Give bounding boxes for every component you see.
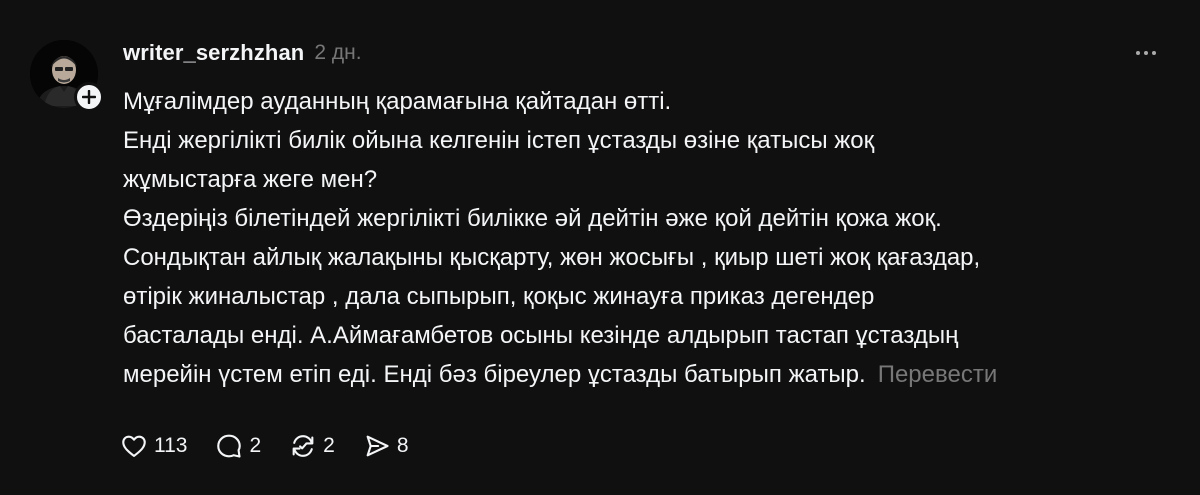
reply-count: 2 [249,434,262,457]
comment-icon [215,432,243,460]
reply-button[interactable]: 2 [215,432,261,460]
post-text-line: Сондықтан айлық жалақыны қысқарту, жөн ж… [123,244,981,271]
post-timestamp[interactable]: 2 дн. [314,41,361,65]
share-count: 8 [396,434,409,457]
post-text-line: Мұғалімдер ауданның қарамағына қайтадан … [123,88,672,115]
thread-post: writer_serzhzhan 2 дн. Мұғалімдер ауданн… [0,0,1200,495]
follow-button[interactable] [74,82,104,112]
more-dots-icon [1144,51,1148,55]
username-link[interactable]: writer_serzhzhan [123,40,304,66]
more-dots-icon [1152,51,1156,55]
more-options-button[interactable] [1126,40,1166,66]
heart-icon [120,432,148,460]
action-bar: 113 2 2 8 [120,428,437,464]
like-count: 113 [154,434,188,457]
post-text-line: жұмыстарға жеге мен? [123,166,378,193]
plus-icon [82,90,96,104]
post-text-line: басталады енді. А.Аймағамбетов осыны кез… [123,322,959,349]
avatar-container [30,40,104,112]
post-text-line: Өздеріңіз білетіндей жергілікті билікке … [123,205,942,232]
repost-icon [289,432,317,460]
more-dots-icon [1136,51,1140,55]
repost-button[interactable]: 2 [289,432,335,460]
repost-count: 2 [323,434,335,457]
share-button[interactable]: 8 [363,432,409,460]
post-text: Мұғалімдер ауданның қарамағына қайтадан … [123,82,1183,394]
post-text-line: өтірік жиналыстар , дала сыпырып, қоқыс … [123,283,875,310]
translate-link[interactable]: Перевести [878,361,998,388]
send-icon [363,432,391,460]
post-text-line: Енді жергілікті билік ойына келгенін іст… [123,127,875,154]
like-button[interactable]: 113 [120,432,187,460]
post-text-line-last: мерейін үстем етіп еді. Енді бәз біреуле… [123,355,1183,394]
post-text-line: мерейін үстем етіп еді. Енді бәз біреуле… [123,361,866,388]
post-header: writer_serzhzhan 2 дн. [123,36,362,70]
